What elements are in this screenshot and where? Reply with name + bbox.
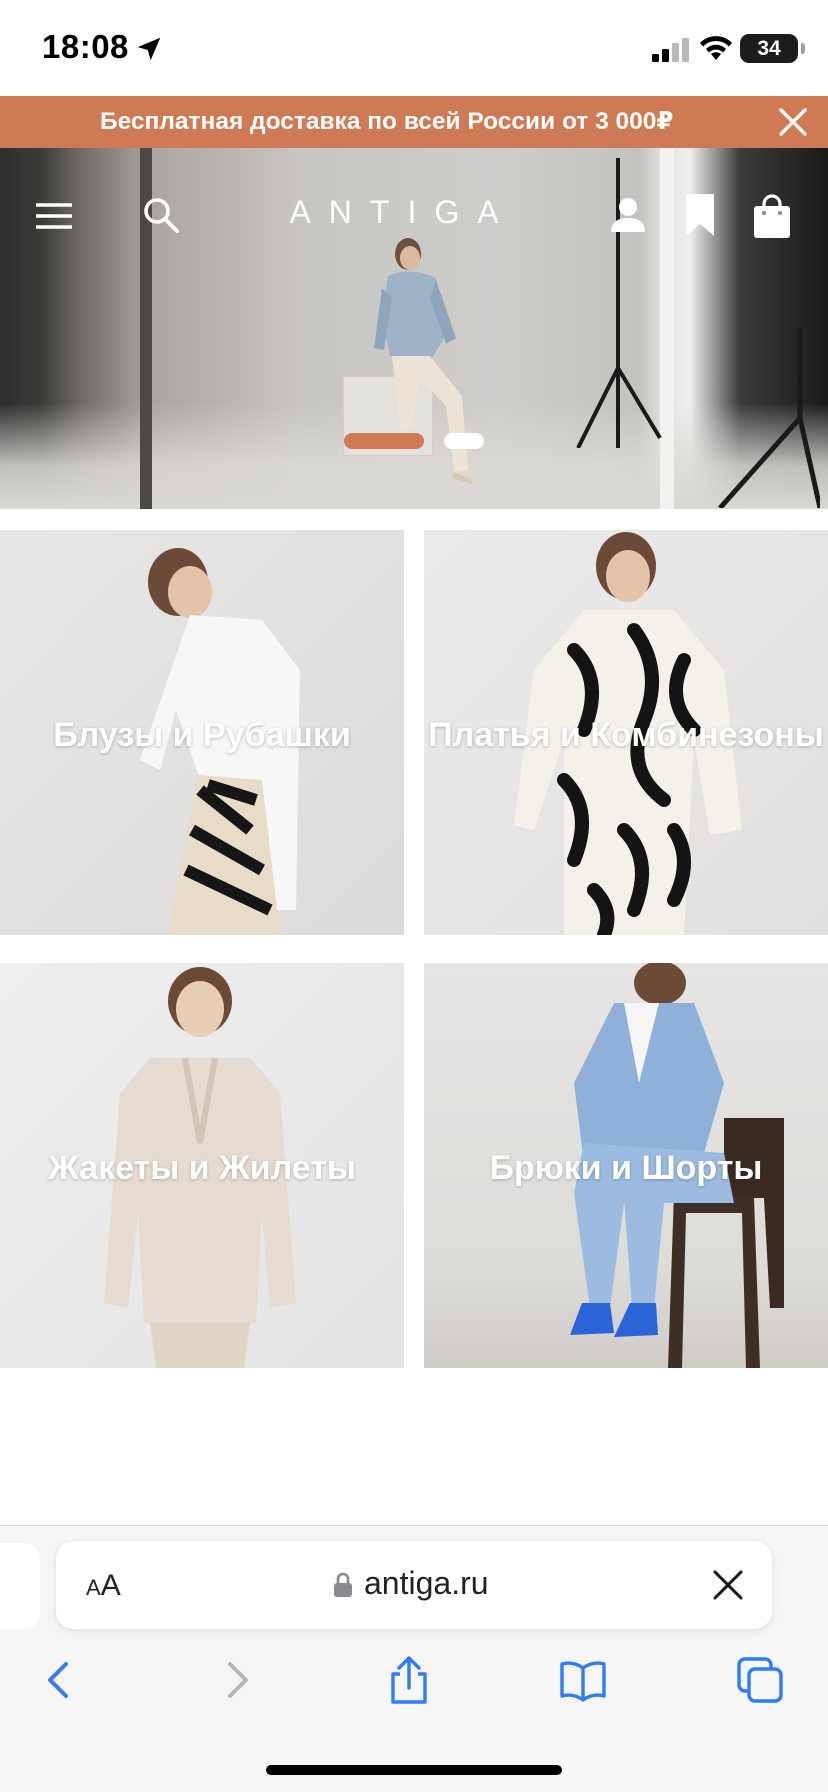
brand-logo[interactable]: ANTIGA (280, 194, 526, 230)
tabs-icon[interactable] (736, 1656, 784, 1704)
location-arrow-icon (137, 37, 161, 61)
slider-dot[interactable] (444, 433, 484, 449)
wifi-icon (700, 36, 732, 60)
cellular-signal-icon (652, 38, 689, 62)
url-text[interactable]: antiga.ru (364, 1565, 489, 1602)
reader-format-button[interactable]: AA (86, 1569, 121, 1603)
hero-model-image (374, 238, 472, 484)
category-label: Платья и Комбинезоны (428, 716, 824, 754)
shopping-bag-icon[interactable] (752, 194, 792, 238)
bookmark-icon[interactable] (684, 194, 716, 236)
promo-banner: Бесплатная доставка по всей России от 3 … (0, 96, 828, 148)
share-icon[interactable] (385, 1656, 433, 1704)
lock-icon (334, 1572, 352, 1597)
bookmarks-icon[interactable] (559, 1656, 607, 1704)
category-tile-blouses[interactable]: Блузы и Рубашки (0, 530, 404, 935)
user-icon[interactable] (609, 196, 647, 234)
back-icon[interactable] (36, 1656, 84, 1704)
slider-dot-active[interactable] (344, 433, 424, 449)
battery-icon: 34 (740, 34, 798, 63)
category-tile-jackets[interactable]: Жакеты и Жилеты (0, 963, 404, 1368)
battery-tip (801, 43, 805, 54)
category-tile-trousers[interactable]: Брюки и Шорты (424, 963, 828, 1368)
category-label: Жакеты и Жилеты (48, 1149, 356, 1187)
home-indicator[interactable] (266, 1765, 562, 1775)
category-tile-dresses[interactable]: Платья и Комбинезоны (424, 530, 828, 935)
forward-icon[interactable] (212, 1656, 260, 1704)
hero-light-stand-2 (718, 328, 820, 508)
menu-icon[interactable] (36, 203, 72, 229)
search-icon[interactable] (142, 196, 180, 234)
close-icon[interactable] (778, 107, 808, 137)
category-label: Блузы и Рубашки (53, 716, 351, 754)
close-icon[interactable] (711, 1568, 745, 1602)
category-label: Брюки и Шорты (489, 1149, 763, 1187)
status-time: 18:08 (42, 28, 129, 65)
promo-text: Бесплатная доставка по всей России от 3 … (100, 108, 674, 135)
previous-tab-preview[interactable] (0, 1543, 40, 1629)
